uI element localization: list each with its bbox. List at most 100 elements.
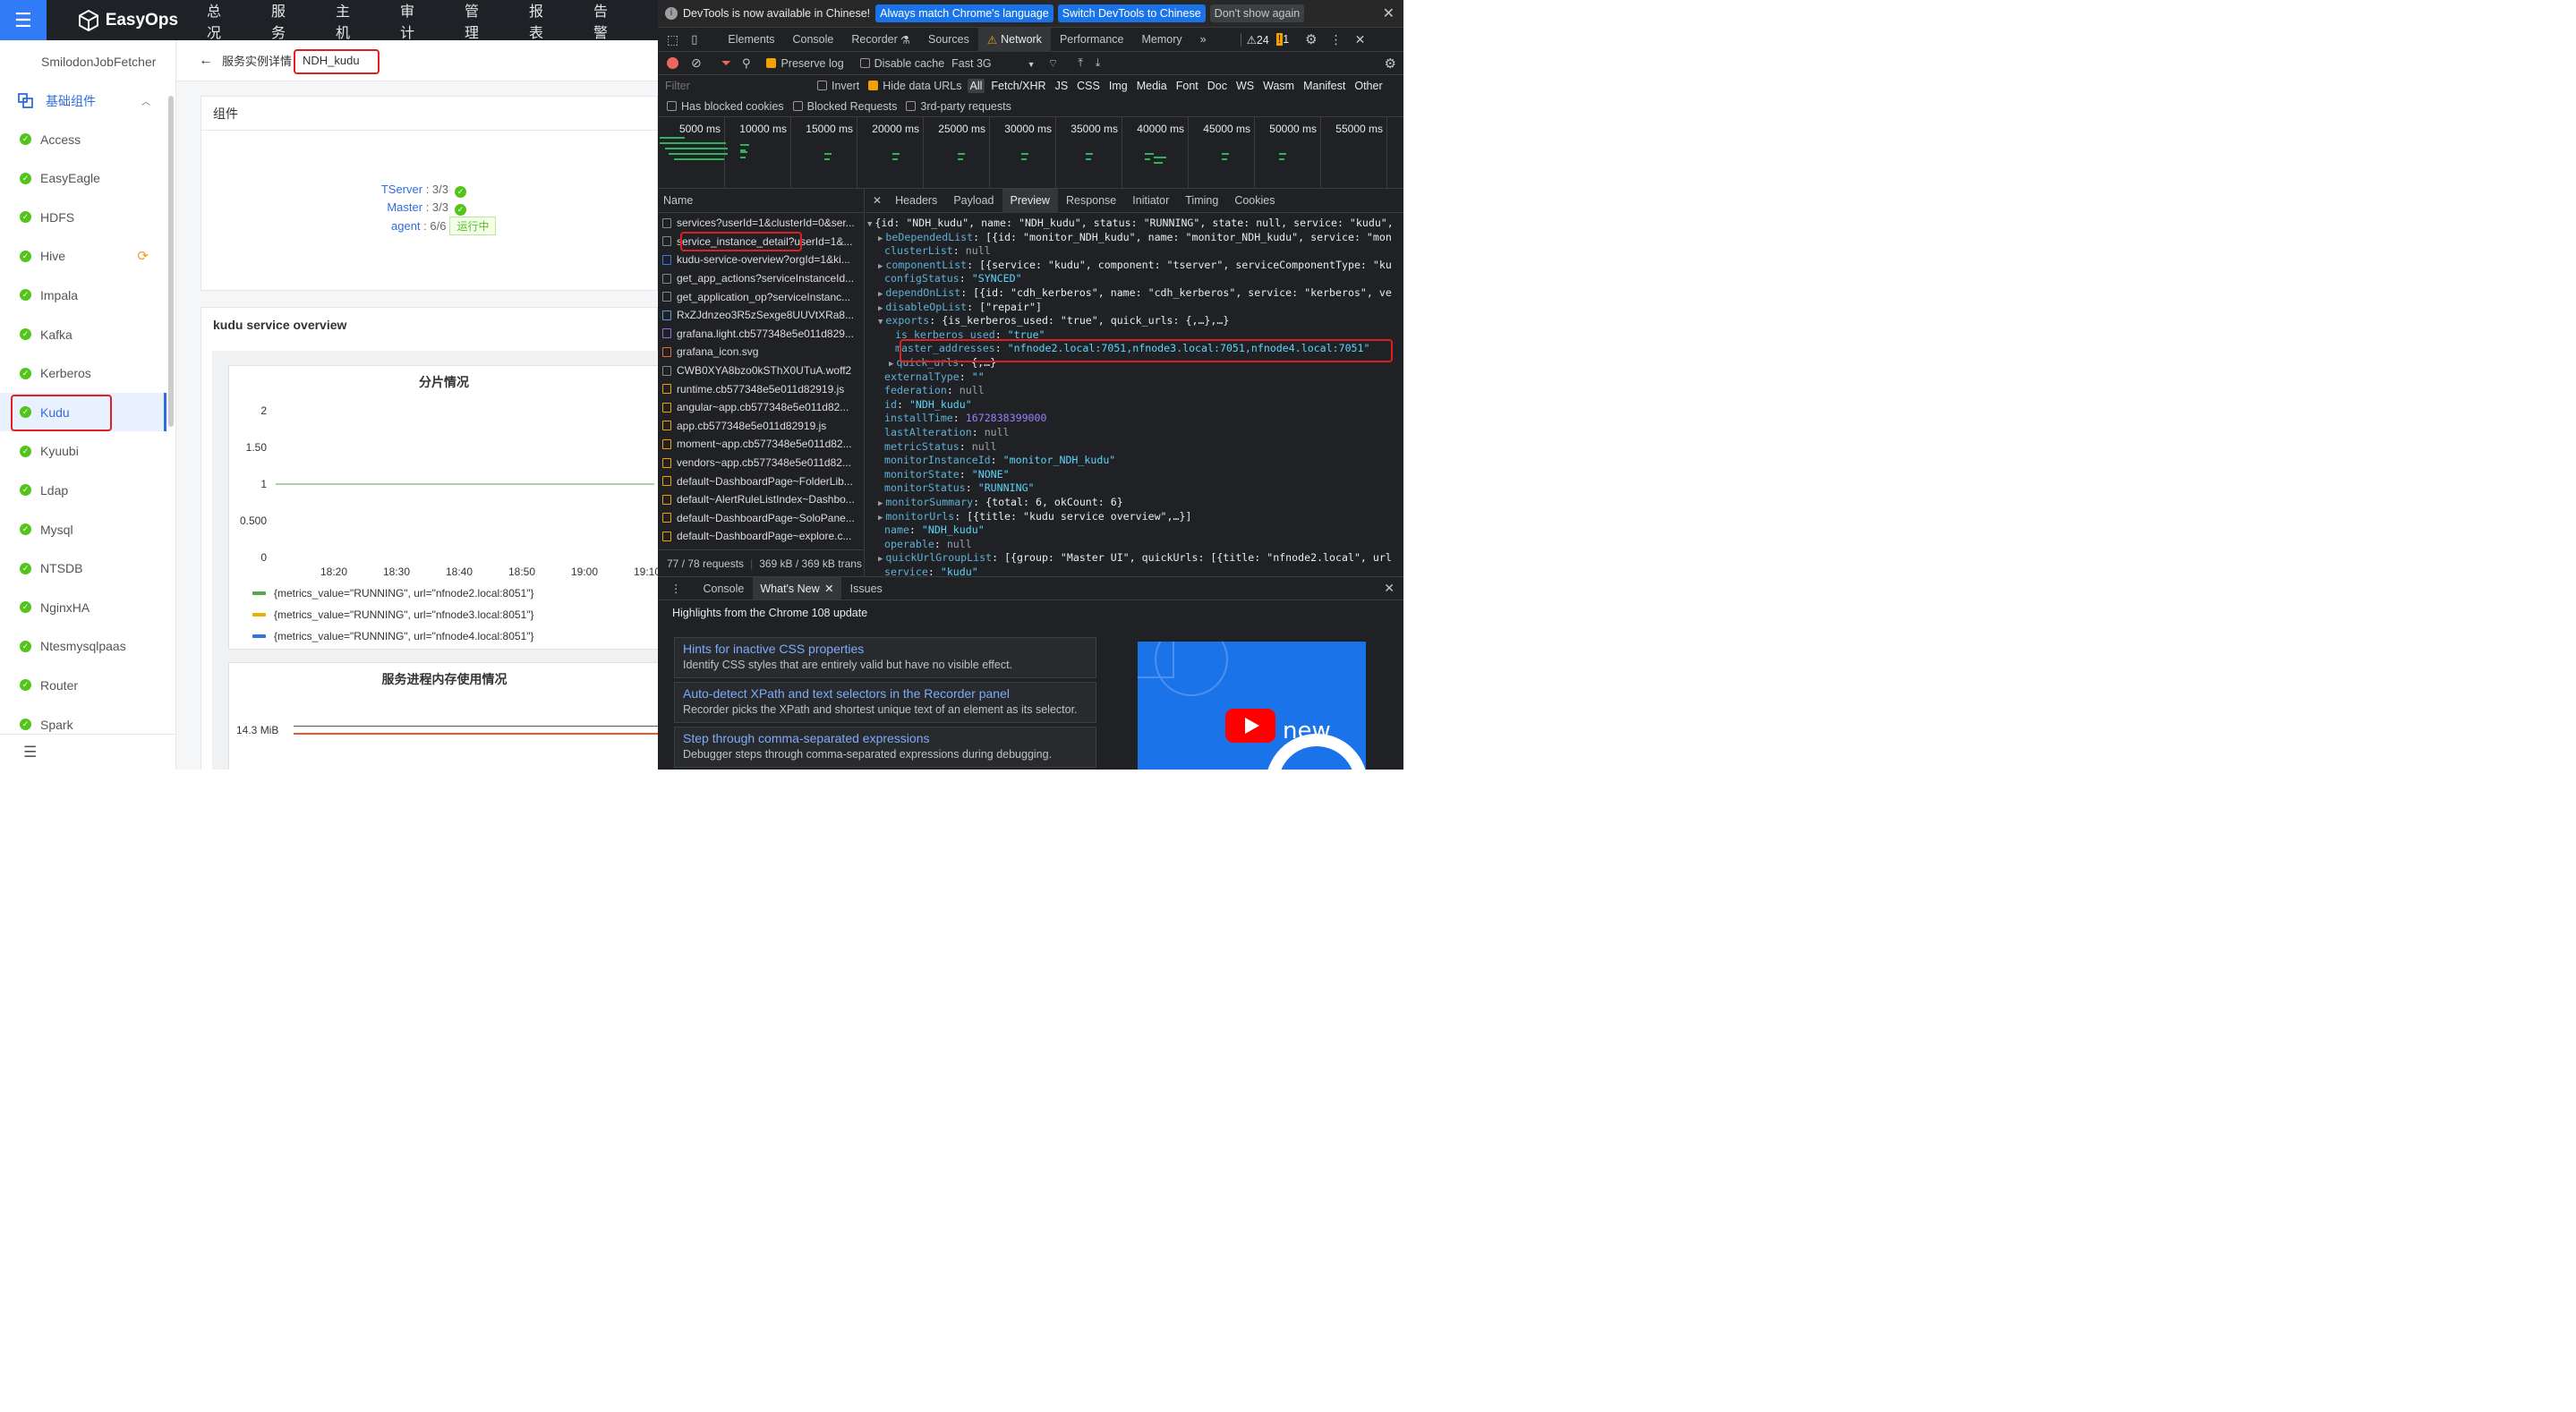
- drawer-tab-whats-new[interactable]: What's New ✕: [753, 577, 841, 600]
- detail-tab-payload[interactable]: Payload: [945, 189, 1002, 213]
- blocked-requests-checkbox[interactable]: Blocked Requests: [792, 100, 897, 113]
- breadcrumb-parent[interactable]: 服务实例详情: [222, 52, 292, 69]
- invert-checkbox[interactable]: Invert: [817, 80, 859, 92]
- sidebar-item-ldap[interactable]: ✓ Ldap: [0, 471, 166, 509]
- request-row[interactable]: app.cb577348e5e011d82919.js: [662, 417, 859, 436]
- disable-cache-checkbox[interactable]: Disable cache: [859, 57, 944, 70]
- devtools-tab-elements[interactable]: Elements: [719, 28, 783, 52]
- timeline-overview[interactable]: 5000 ms 10000 ms 15000 ms 20000 ms 25000 ms 3…: [658, 117, 1403, 189]
- detail-tab-headers[interactable]: Headers: [887, 189, 945, 213]
- sidebar-item-kyuubi[interactable]: ✓ Kyuubi: [0, 432, 166, 471]
- request-row[interactable]: runtime.cb577348e5e011d82919.js: [662, 379, 859, 398]
- whats-new-card[interactable]: Step through comma-separated expressions…: [674, 727, 1096, 768]
- expand-arrow-icon[interactable]: ▶: [878, 234, 883, 243]
- expand-arrow-icon[interactable]: ▶: [878, 262, 883, 271]
- more-tabs-icon[interactable]: »: [1200, 33, 1207, 46]
- request-row[interactable]: moment~app.cb577348e5e011d82...: [662, 435, 859, 454]
- sidebar-item-kerberos[interactable]: ✓ Kerberos: [0, 354, 166, 393]
- json-line[interactable]: ▶ monitorUrls: [{title: "kudu service ove…: [878, 510, 1191, 523]
- devtools-tab-performance[interactable]: Performance: [1051, 28, 1133, 52]
- json-line[interactable]: ▼ exports: {is_kerberos_used: "true", qui…: [878, 314, 1229, 327]
- legend-label[interactable]: {metrics_value="RUNNING", url="nfnode3.l…: [274, 608, 534, 621]
- expand-arrow-icon[interactable]: ▼: [867, 220, 872, 229]
- third-party-checkbox[interactable]: 3rd-party requests: [906, 100, 1011, 113]
- card-link[interactable]: Step through comma-separated expressions: [683, 731, 1088, 745]
- sidebar-item-hdfs[interactable]: ✓ HDFS: [0, 198, 166, 236]
- type-filter-fetchxhr[interactable]: Fetch/XHR: [988, 79, 1048, 93]
- card-link[interactable]: Auto-detect XPath and text selectors in …: [683, 686, 1088, 701]
- sidebar-item-hive[interactable]: ✓ Hive ⟳: [0, 237, 166, 276]
- detail-tab-initiator[interactable]: Initiator: [1124, 189, 1177, 213]
- download-icon[interactable]: ⤓: [1096, 56, 1101, 70]
- close-drawer-icon[interactable]: ✕: [1384, 581, 1395, 596]
- close-tab-icon[interactable]: ✕: [824, 583, 833, 595]
- request-row[interactable]: vendors~app.cb577348e5e011d82...: [662, 454, 859, 472]
- detail-tab-timing[interactable]: Timing: [1177, 189, 1226, 213]
- type-filter-doc[interactable]: Doc: [1205, 79, 1230, 93]
- whats-new-card[interactable]: Auto-detect XPath and text selectors in …: [674, 682, 1096, 723]
- request-row[interactable]: default~DashboardPage~FolderLib...: [662, 472, 859, 490]
- drawer-tab-issues[interactable]: Issues: [841, 583, 891, 595]
- expand-arrow-icon[interactable]: ▶: [878, 290, 883, 299]
- type-filter-all[interactable]: All: [967, 79, 985, 93]
- type-filter-other[interactable]: Other: [1352, 79, 1385, 93]
- drawer-menu-icon[interactable]: ⋮: [670, 582, 682, 595]
- expand-arrow-icon[interactable]: ▶: [878, 514, 883, 523]
- request-row[interactable]: get_application_op?serviceInstanc...: [662, 287, 859, 306]
- type-filter-manifest[interactable]: Manifest: [1301, 79, 1348, 93]
- nav-item[interactable]: 管理: [465, 0, 488, 42]
- request-row[interactable]: kudu-service-overview?orgId=1&ki...: [662, 251, 859, 269]
- network-conditions-icon[interactable]: ⌔: [1048, 56, 1059, 71]
- request-row[interactable]: angular~app.cb577348e5e011d82...: [662, 398, 859, 417]
- type-filter-media[interactable]: Media: [1134, 79, 1170, 93]
- network-settings-icon[interactable]: ⚙: [1385, 55, 1396, 72]
- devtools-tab-recorder[interactable]: Recorder ⚗: [842, 28, 919, 52]
- sidebar-item-access[interactable]: ✓ Access: [0, 120, 166, 158]
- legend-label[interactable]: {metrics_value="RUNNING", url="nfnode4.l…: [274, 630, 534, 642]
- expand-arrow-icon[interactable]: ▶: [878, 304, 883, 313]
- request-row[interactable]: CWB0XYA8bzo0kSThX0UTuA.woff2: [662, 362, 859, 380]
- back-arrow-icon[interactable]: ←: [199, 53, 213, 69]
- sidebar-group-basic[interactable]: 基础组件 ︿: [0, 81, 166, 120]
- devtools-tab-console[interactable]: Console: [784, 28, 843, 52]
- type-filter-img[interactable]: Img: [1106, 79, 1130, 93]
- search-icon[interactable]: ⚲: [742, 56, 751, 71]
- nav-item[interactable]: 告警: [593, 0, 617, 42]
- json-line[interactable]: ▶ componentList: [{service: "kudu", compo…: [878, 259, 1392, 271]
- sidebar-item-easyeagle[interactable]: ✓ EasyEagle: [0, 159, 166, 198]
- nav-item[interactable]: 报表: [529, 0, 552, 42]
- preserve-log-checkbox[interactable]: Preserve log: [766, 57, 844, 70]
- sidebar-scrollbar[interactable]: [168, 96, 174, 427]
- column-header-name[interactable]: Name: [658, 189, 864, 213]
- upload-icon[interactable]: ⤒: [1078, 56, 1083, 70]
- record-stop-icon[interactable]: [667, 57, 678, 69]
- match-language-button[interactable]: Always match Chrome's language: [875, 4, 1053, 22]
- sidebar-item-nginxha[interactable]: ✓ NginxHA: [0, 588, 166, 626]
- filter-input[interactable]: [661, 77, 805, 95]
- request-row[interactable]: default~DashboardPage~SoloPane...: [662, 509, 859, 528]
- devtools-tab-network[interactable]: ⚠ Network: [977, 27, 1051, 52]
- request-row[interactable]: get_app_actions?serviceInstanceId...: [662, 269, 859, 288]
- nav-item[interactable]: 服务: [271, 0, 294, 42]
- clear-icon[interactable]: ⊘: [691, 55, 702, 71]
- request-row[interactable]: RxZJdnzeo3R5zSexge8UUVtXRa8...: [662, 306, 859, 325]
- component-row-tserver[interactable]: TServer : 3/3 ✓: [201, 181, 466, 199]
- json-line[interactable]: ▶ dependOnList: [{id: "cdh_kerberos", nam…: [878, 286, 1392, 299]
- card-link[interactable]: Hints for inactive CSS properties: [683, 642, 1088, 656]
- device-toolbar-icon[interactable]: ▯: [691, 32, 697, 47]
- inspect-icon[interactable]: ⬚: [667, 32, 678, 47]
- type-filter-ws[interactable]: WS: [1233, 79, 1257, 93]
- request-row[interactable]: default~DashboardPage~explore.c...: [662, 527, 859, 546]
- type-filter-css[interactable]: CSS: [1074, 79, 1103, 93]
- component-row-agent[interactable]: agent : 6/6 运行中: [391, 217, 497, 235]
- json-line[interactable]: ▶ quickUrlGroupList: [{group: "Master UI"…: [878, 551, 1392, 564]
- component-row-master[interactable]: Master : 3/3 ✓: [201, 199, 466, 217]
- request-row[interactable]: default~AlertRuleListIndex~Dashbo...: [662, 490, 859, 509]
- close-icon[interactable]: ✕: [1383, 4, 1395, 22]
- nav-item[interactable]: 总况: [207, 0, 230, 42]
- type-filter-font[interactable]: Font: [1173, 79, 1201, 93]
- sidebar-item-mysql[interactable]: ✓ Mysql: [0, 510, 166, 549]
- nav-item[interactable]: 审计: [400, 0, 423, 42]
- devtools-tab-memory[interactable]: Memory: [1133, 28, 1191, 52]
- nav-item[interactable]: 主机: [336, 0, 359, 42]
